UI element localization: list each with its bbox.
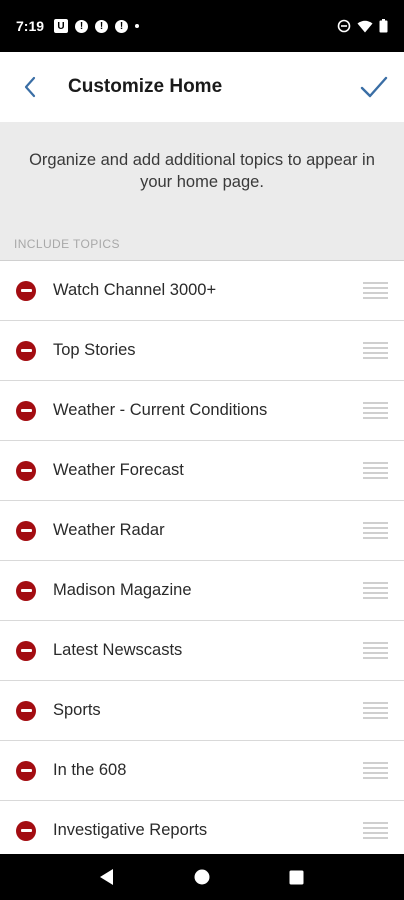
topic-label: Watch Channel 3000+	[53, 281, 217, 299]
home-circle-icon	[194, 869, 210, 885]
back-triangle-icon	[100, 869, 114, 885]
minus-icon	[20, 829, 32, 832]
drag-handle-icon[interactable]	[363, 821, 388, 840]
notification-icons: U ! ! !	[54, 19, 140, 33]
minus-icon	[20, 349, 32, 352]
remove-topic-button[interactable]	[16, 640, 36, 661]
topic-row[interactable]: In the 608	[0, 740, 404, 800]
drag-handle-icon[interactable]	[363, 581, 388, 600]
app-bar: Customize Home	[0, 52, 404, 122]
minus-icon	[20, 469, 32, 472]
drag-handle-icon[interactable]	[363, 641, 388, 660]
minus-icon	[20, 709, 32, 712]
battery-icon	[379, 19, 388, 33]
status-bar: 7:19 U ! ! !	[0, 0, 404, 52]
topic-row[interactable]: Watch Channel 3000+	[0, 260, 404, 320]
wifi-icon	[357, 20, 373, 32]
back-button[interactable]	[0, 52, 60, 122]
remove-topic-button[interactable]	[16, 460, 36, 481]
save-button[interactable]	[344, 52, 404, 122]
drag-handle-icon[interactable]	[363, 401, 388, 420]
topic-row[interactable]: Latest Newscasts	[0, 620, 404, 680]
topic-row[interactable]: Weather Forecast	[0, 440, 404, 500]
drag-handle-icon[interactable]	[363, 281, 388, 300]
minus-icon	[20, 769, 32, 772]
topic-label: In the 608	[53, 761, 127, 779]
topic-row[interactable]: Weather Radar	[0, 500, 404, 560]
alert-icon: !	[115, 19, 129, 33]
remove-topic-button[interactable]	[16, 760, 36, 781]
nav-back-button[interactable]	[87, 857, 127, 897]
page-title: Customize Home	[68, 76, 223, 97]
checkmark-icon	[360, 76, 388, 98]
drag-handle-icon[interactable]	[363, 341, 388, 360]
topic-label: Weather Radar	[53, 521, 165, 539]
minus-icon	[20, 649, 32, 652]
topic-label: Sports	[53, 701, 101, 719]
back-chevron-icon	[24, 76, 36, 98]
topic-label: Investigative Reports	[53, 821, 208, 839]
remove-topic-button[interactable]	[16, 520, 36, 541]
description-panel: Organize and add additional topics to ap…	[0, 122, 404, 260]
minus-icon	[20, 529, 32, 532]
drag-handle-icon[interactable]	[363, 461, 388, 480]
remove-topic-button[interactable]	[16, 400, 36, 421]
topic-label: Weather - Current Conditions	[53, 401, 268, 419]
topics-list[interactable]: Watch Channel 3000+ Top Stories Weather …	[0, 260, 404, 854]
system-nav-bar	[0, 854, 404, 900]
u-app-icon: U	[54, 19, 69, 33]
topic-row[interactable]: Weather - Current Conditions	[0, 380, 404, 440]
status-time: 7:19	[16, 18, 45, 34]
topic-row[interactable]: Investigative Reports	[0, 800, 404, 854]
drag-handle-icon[interactable]	[363, 701, 388, 720]
section-label: INCLUDE TOPICS	[14, 237, 120, 251]
topic-label: Madison Magazine	[53, 581, 192, 599]
topic-label: Weather Forecast	[53, 461, 184, 479]
alert-icon: !	[75, 19, 89, 33]
system-icons	[337, 19, 388, 33]
remove-topic-button[interactable]	[16, 340, 36, 361]
topic-row[interactable]: Madison Magazine	[0, 560, 404, 620]
nav-recents-button[interactable]	[277, 857, 317, 897]
minus-icon	[20, 589, 32, 592]
minus-icon	[20, 289, 32, 292]
remove-topic-button[interactable]	[16, 700, 36, 721]
alert-icon: !	[95, 19, 109, 33]
drag-handle-icon[interactable]	[363, 521, 388, 540]
remove-topic-button[interactable]	[16, 580, 36, 601]
remove-topic-button[interactable]	[16, 280, 36, 301]
topic-label: Latest Newscasts	[53, 641, 183, 659]
minus-icon	[20, 409, 32, 412]
do-not-disturb-icon	[337, 19, 351, 33]
drag-handle-icon[interactable]	[363, 761, 388, 780]
topic-row[interactable]: Top Stories	[0, 320, 404, 380]
topic-row[interactable]: Sports	[0, 680, 404, 740]
remove-topic-button[interactable]	[16, 820, 36, 841]
more-notifications-dot	[135, 24, 140, 28]
description-text: Organize and add additional topics to ap…	[29, 151, 375, 191]
topic-label: Top Stories	[53, 341, 136, 359]
recents-square-icon	[289, 870, 304, 884]
nav-home-button[interactable]	[182, 857, 222, 897]
